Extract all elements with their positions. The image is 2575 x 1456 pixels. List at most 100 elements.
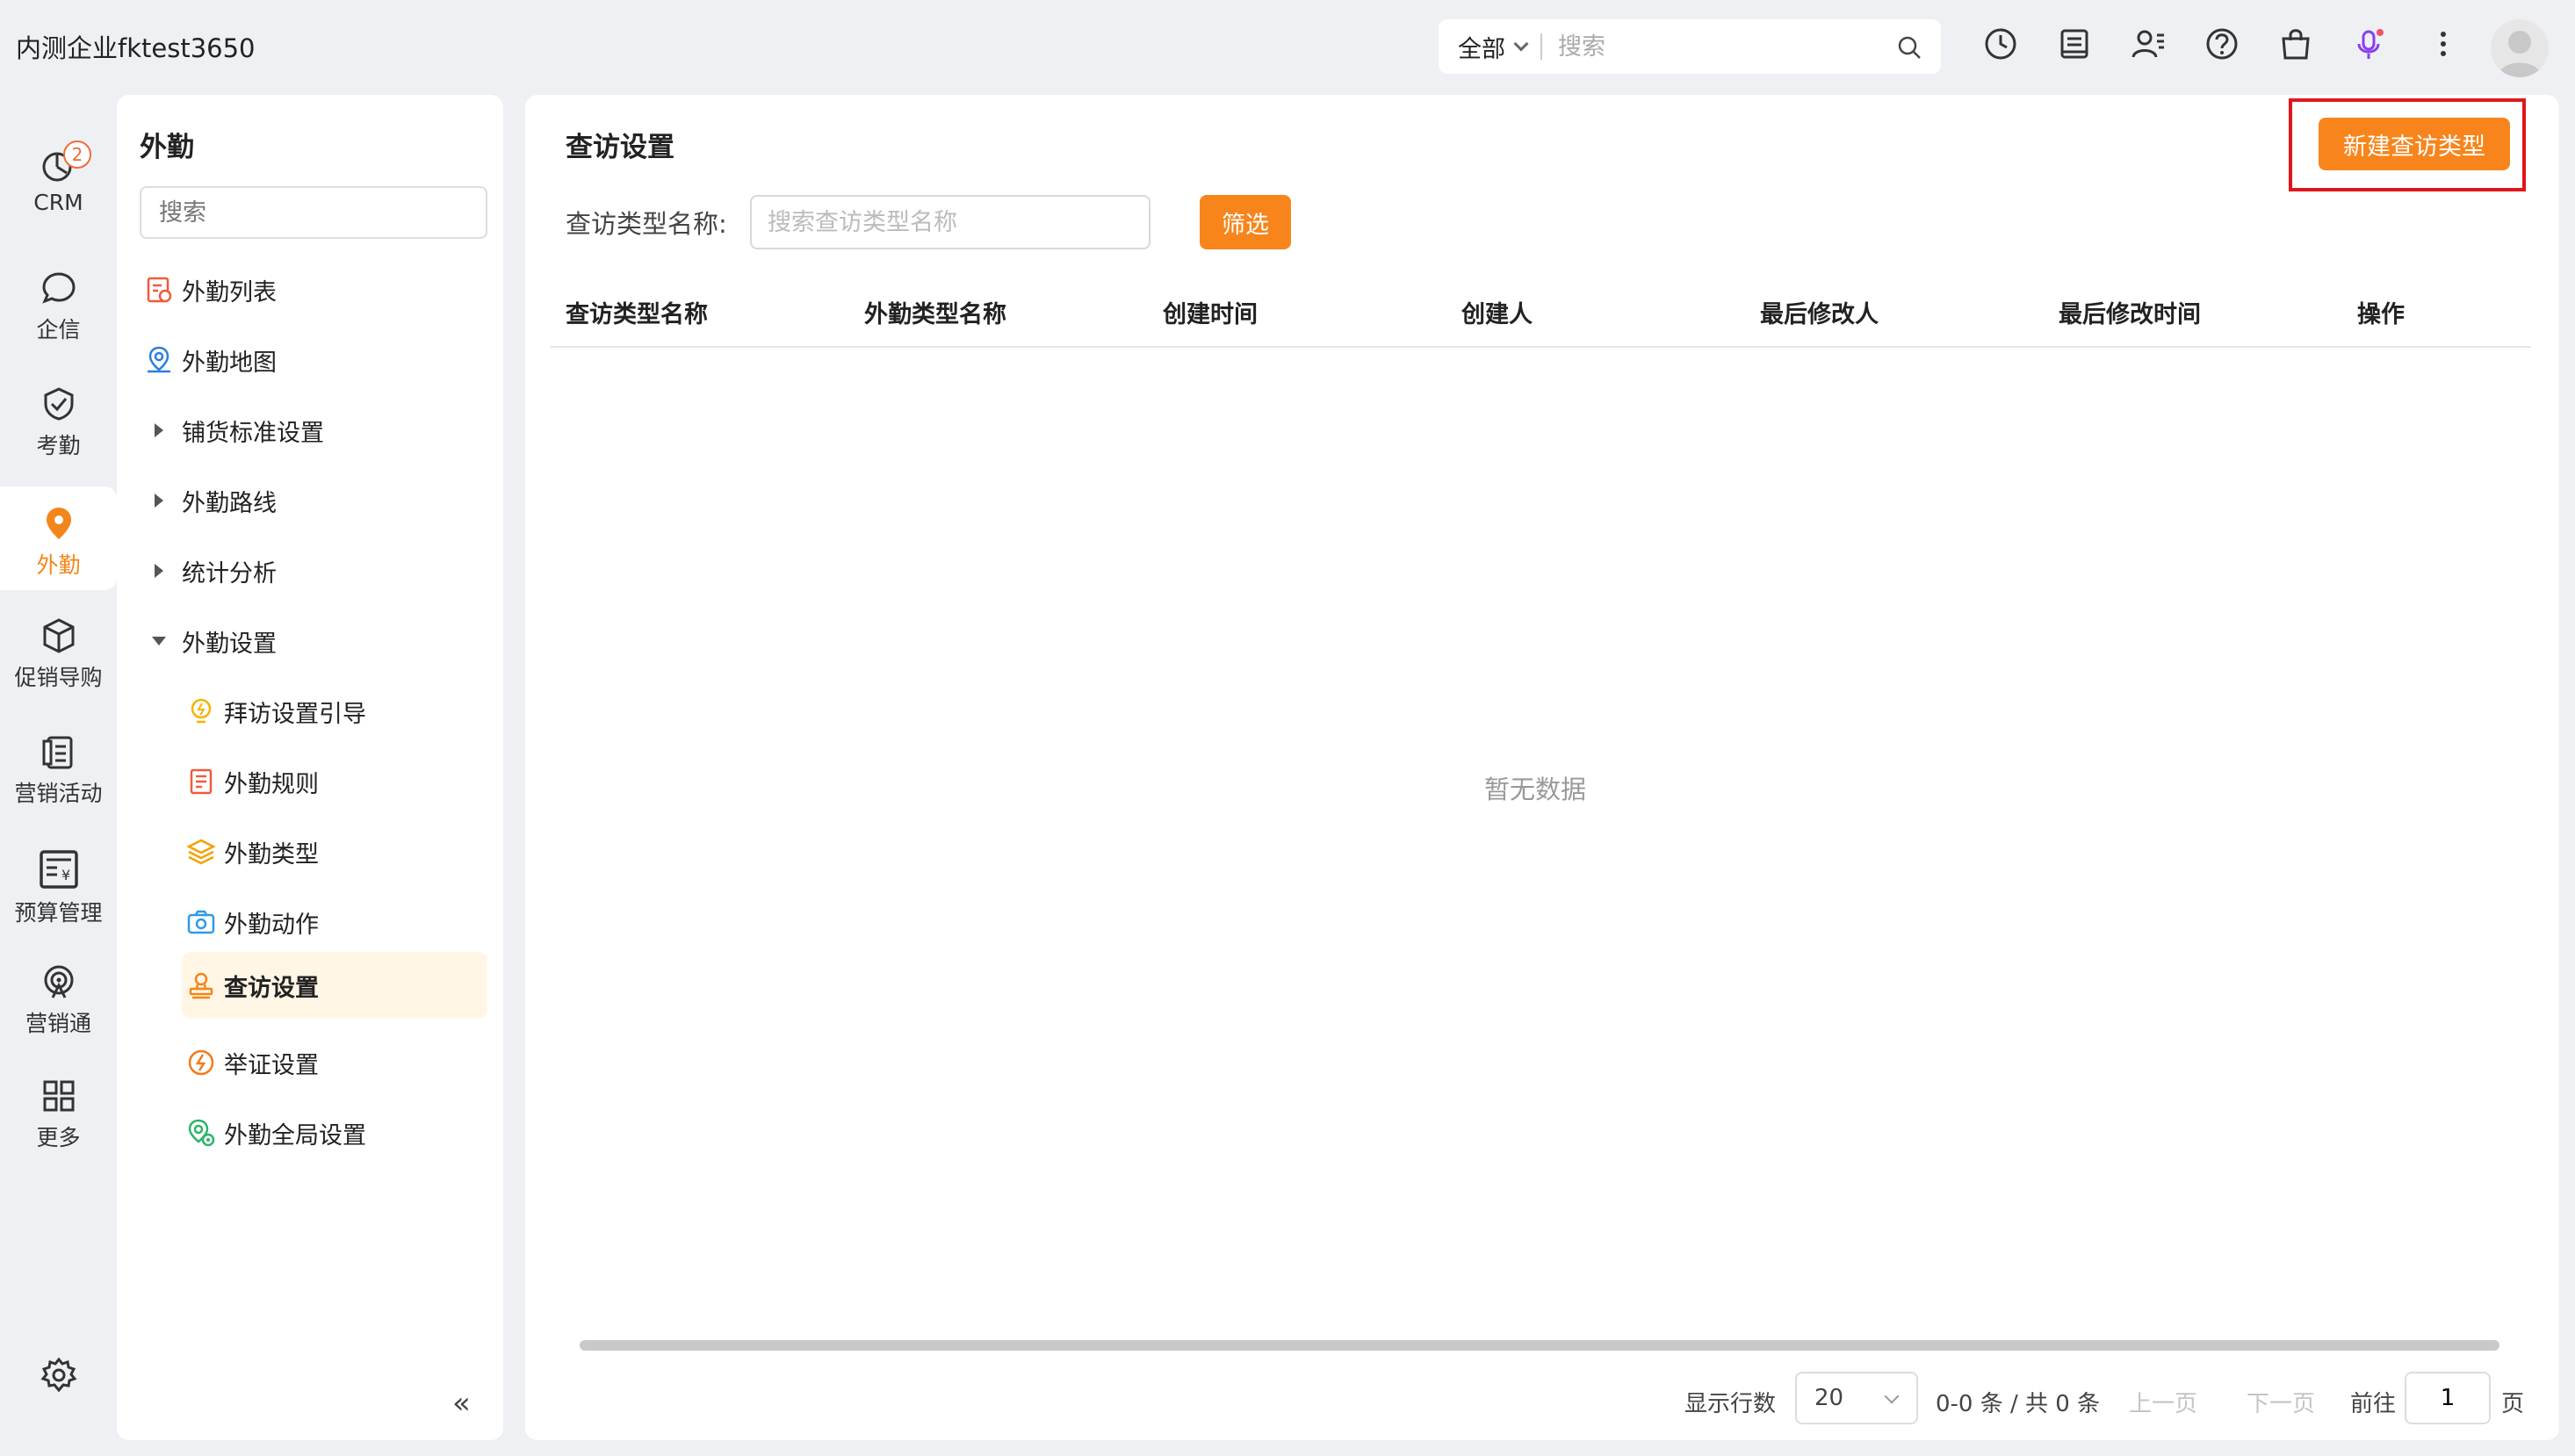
nav-label: 营销活动 [14,781,103,806]
menu-item-distribution-standard[interactable]: 铺货标准设置 [140,397,487,464]
nav-item-field-work[interactable]: 外勤 [0,487,117,590]
menu-item-field-actions[interactable]: 外勤动作 [182,889,487,955]
menu-label: 外勤路线 [182,489,277,517]
nav-label: 更多 [36,1125,81,1150]
horizontal-scrollbar[interactable] [580,1340,2499,1351]
nav-item-promotion-guide[interactable]: 促销导购 [0,616,117,692]
location-gear-icon [182,1118,220,1148]
page-unit-label: 页 [2501,1391,2525,1417]
submenu-panel: 外勤 外勤列表 外勤地图 铺货标准设置 外勤路线 统计分析 外勤设置 拜访设置引… [117,95,503,1440]
menu-label: 外勤地图 [182,349,277,377]
menu-label: 外勤规则 [224,770,319,798]
filter-label: 查访类型名称: [566,209,727,239]
rows-per-page-select[interactable]: 20 [1795,1372,1918,1424]
menu-item-statistics[interactable]: 统计分析 [140,537,487,604]
nav-label: CRM [33,190,83,215]
left-app-nav: 2 CRM 企信 考勤 外勤 促销导购 营销活动 ¥ 预算管理 营销通 更多 [0,93,117,1456]
nav-label: 预算管理 [14,900,103,926]
column-header[interactable]: 最后修改时间 [2059,295,2201,329]
menu-item-field-route[interactable]: 外勤路线 [140,467,487,534]
menu-item-evidence-settings[interactable]: 举证设置 [182,1029,487,1096]
menu-item-global-settings[interactable]: 外勤全局设置 [182,1099,487,1166]
menu-label: 外勤动作 [224,911,319,939]
search-scope-dropdown[interactable]: 全部 [1439,30,1529,64]
map-pin-icon [140,345,178,375]
menu-label: 统计分析 [182,559,277,587]
nav-label: 企信 [36,317,81,342]
new-inspection-type-button[interactable]: 新建查访类型 [2319,118,2510,170]
nav-item-attendance[interactable]: 考勤 [0,385,117,460]
rules-doc-icon [182,767,220,796]
submenu-search-input[interactable] [140,186,487,239]
divider [1540,33,1542,60]
company-name: 内测企业fktest3650 [16,33,256,63]
prev-page-button[interactable]: 上一页 [2129,1386,2197,1418]
chevron-down-icon [1884,1388,1900,1404]
submenu-title: 外勤 [140,132,194,163]
nav-label: 促销导购 [14,665,103,690]
menu-item-field-settings[interactable]: 外勤设置 [140,608,487,674]
table-header: 查访类型名称 外勤类型名称 创建时间 创建人 最后修改人 最后修改时间 操作 [550,276,2531,348]
chevron-down-icon [1513,36,1529,52]
caret-right-icon [140,564,178,578]
nav-label: 外勤 [36,552,81,578]
nav-label: 考勤 [36,433,81,458]
menu-item-field-list[interactable]: 外勤列表 [140,256,487,323]
page-number-input[interactable] [2405,1372,2491,1424]
pagination: 显示行数 20 0-0 条 / 共 0 条 上一页 下一页 前往 页 [525,1366,2559,1428]
column-header[interactable]: 外勤类型名称 [864,295,1006,329]
svg-text:¥: ¥ [61,867,70,883]
nav-item-marketing-hub[interactable]: 营销通 [0,962,117,1038]
column-header[interactable]: 创建时间 [1163,295,1258,329]
layers-icon [182,837,220,867]
user-avatar[interactable] [2491,19,2549,77]
ai-microphone-icon[interactable] [2352,26,2392,67]
nav-item-more[interactable]: 更多 [0,1077,117,1152]
menu-item-field-map[interactable]: 外勤地图 [140,327,487,393]
nav-item-marketing-activity[interactable]: 营销活动 [0,732,117,808]
menu-item-field-types[interactable]: 外勤类型 [182,818,487,885]
history-clock-icon[interactable] [1983,26,2023,67]
rows-per-page-value: 20 [1814,1385,1844,1411]
menu-item-inspection-settings[interactable]: 查访设置 [182,952,487,1019]
list-doc-icon [140,275,178,305]
settings-button[interactable] [0,1356,117,1400]
menu-item-visit-guide[interactable]: 拜访设置引导 [182,678,487,745]
global-search-input[interactable] [1558,32,1892,61]
column-header[interactable]: 最后修改人 [1760,295,1879,329]
document-list-icon[interactable] [2057,26,2097,67]
nav-item-budget-management[interactable]: ¥ 预算管理 [0,848,117,927]
page-summary: 0-0 条 / 共 0 条 [1936,1391,2101,1417]
lightning-circle-icon [182,1048,220,1078]
menu-label: 查访设置 [224,974,319,1002]
collapse-sidebar-button[interactable]: « [452,1386,471,1421]
empty-state-text: 暂无数据 [1484,775,1587,804]
caret-right-icon [140,423,178,437]
caret-down-icon [140,637,178,645]
more-vertical-icon[interactable] [2426,26,2466,67]
camera-icon [182,907,220,937]
menu-label: 铺货标准设置 [182,419,324,447]
nav-item-crm[interactable]: 2 CRM [0,141,117,215]
rows-per-page-label: 显示行数 [1684,1391,1777,1417]
notification-badge: 2 [63,141,91,169]
search-scope-label: 全部 [1458,35,1505,63]
menu-item-field-rules[interactable]: 外勤规则 [182,748,487,815]
nav-item-qixin[interactable]: 企信 [0,269,117,344]
inspection-type-name-input[interactable] [750,195,1150,249]
help-icon[interactable] [2204,26,2245,67]
stamp-icon [182,970,220,1000]
goto-label: 前往 [2350,1391,2397,1417]
next-page-button[interactable]: 下一页 [2247,1386,2315,1418]
contacts-icon[interactable] [2131,26,2171,67]
menu-label: 外勤设置 [182,630,277,658]
menu-label: 外勤列表 [182,278,277,306]
column-header[interactable]: 查访类型名称 [566,295,708,329]
filter-button[interactable]: 筛选 [1200,195,1291,249]
search-icon[interactable] [1897,35,1922,63]
column-header[interactable]: 操作 [2357,295,2405,329]
global-search: 全部 [1439,19,1941,74]
shopping-bag-icon[interactable] [2278,26,2319,67]
menu-label: 外勤全局设置 [224,1121,366,1150]
column-header[interactable]: 创建人 [1461,295,1533,329]
